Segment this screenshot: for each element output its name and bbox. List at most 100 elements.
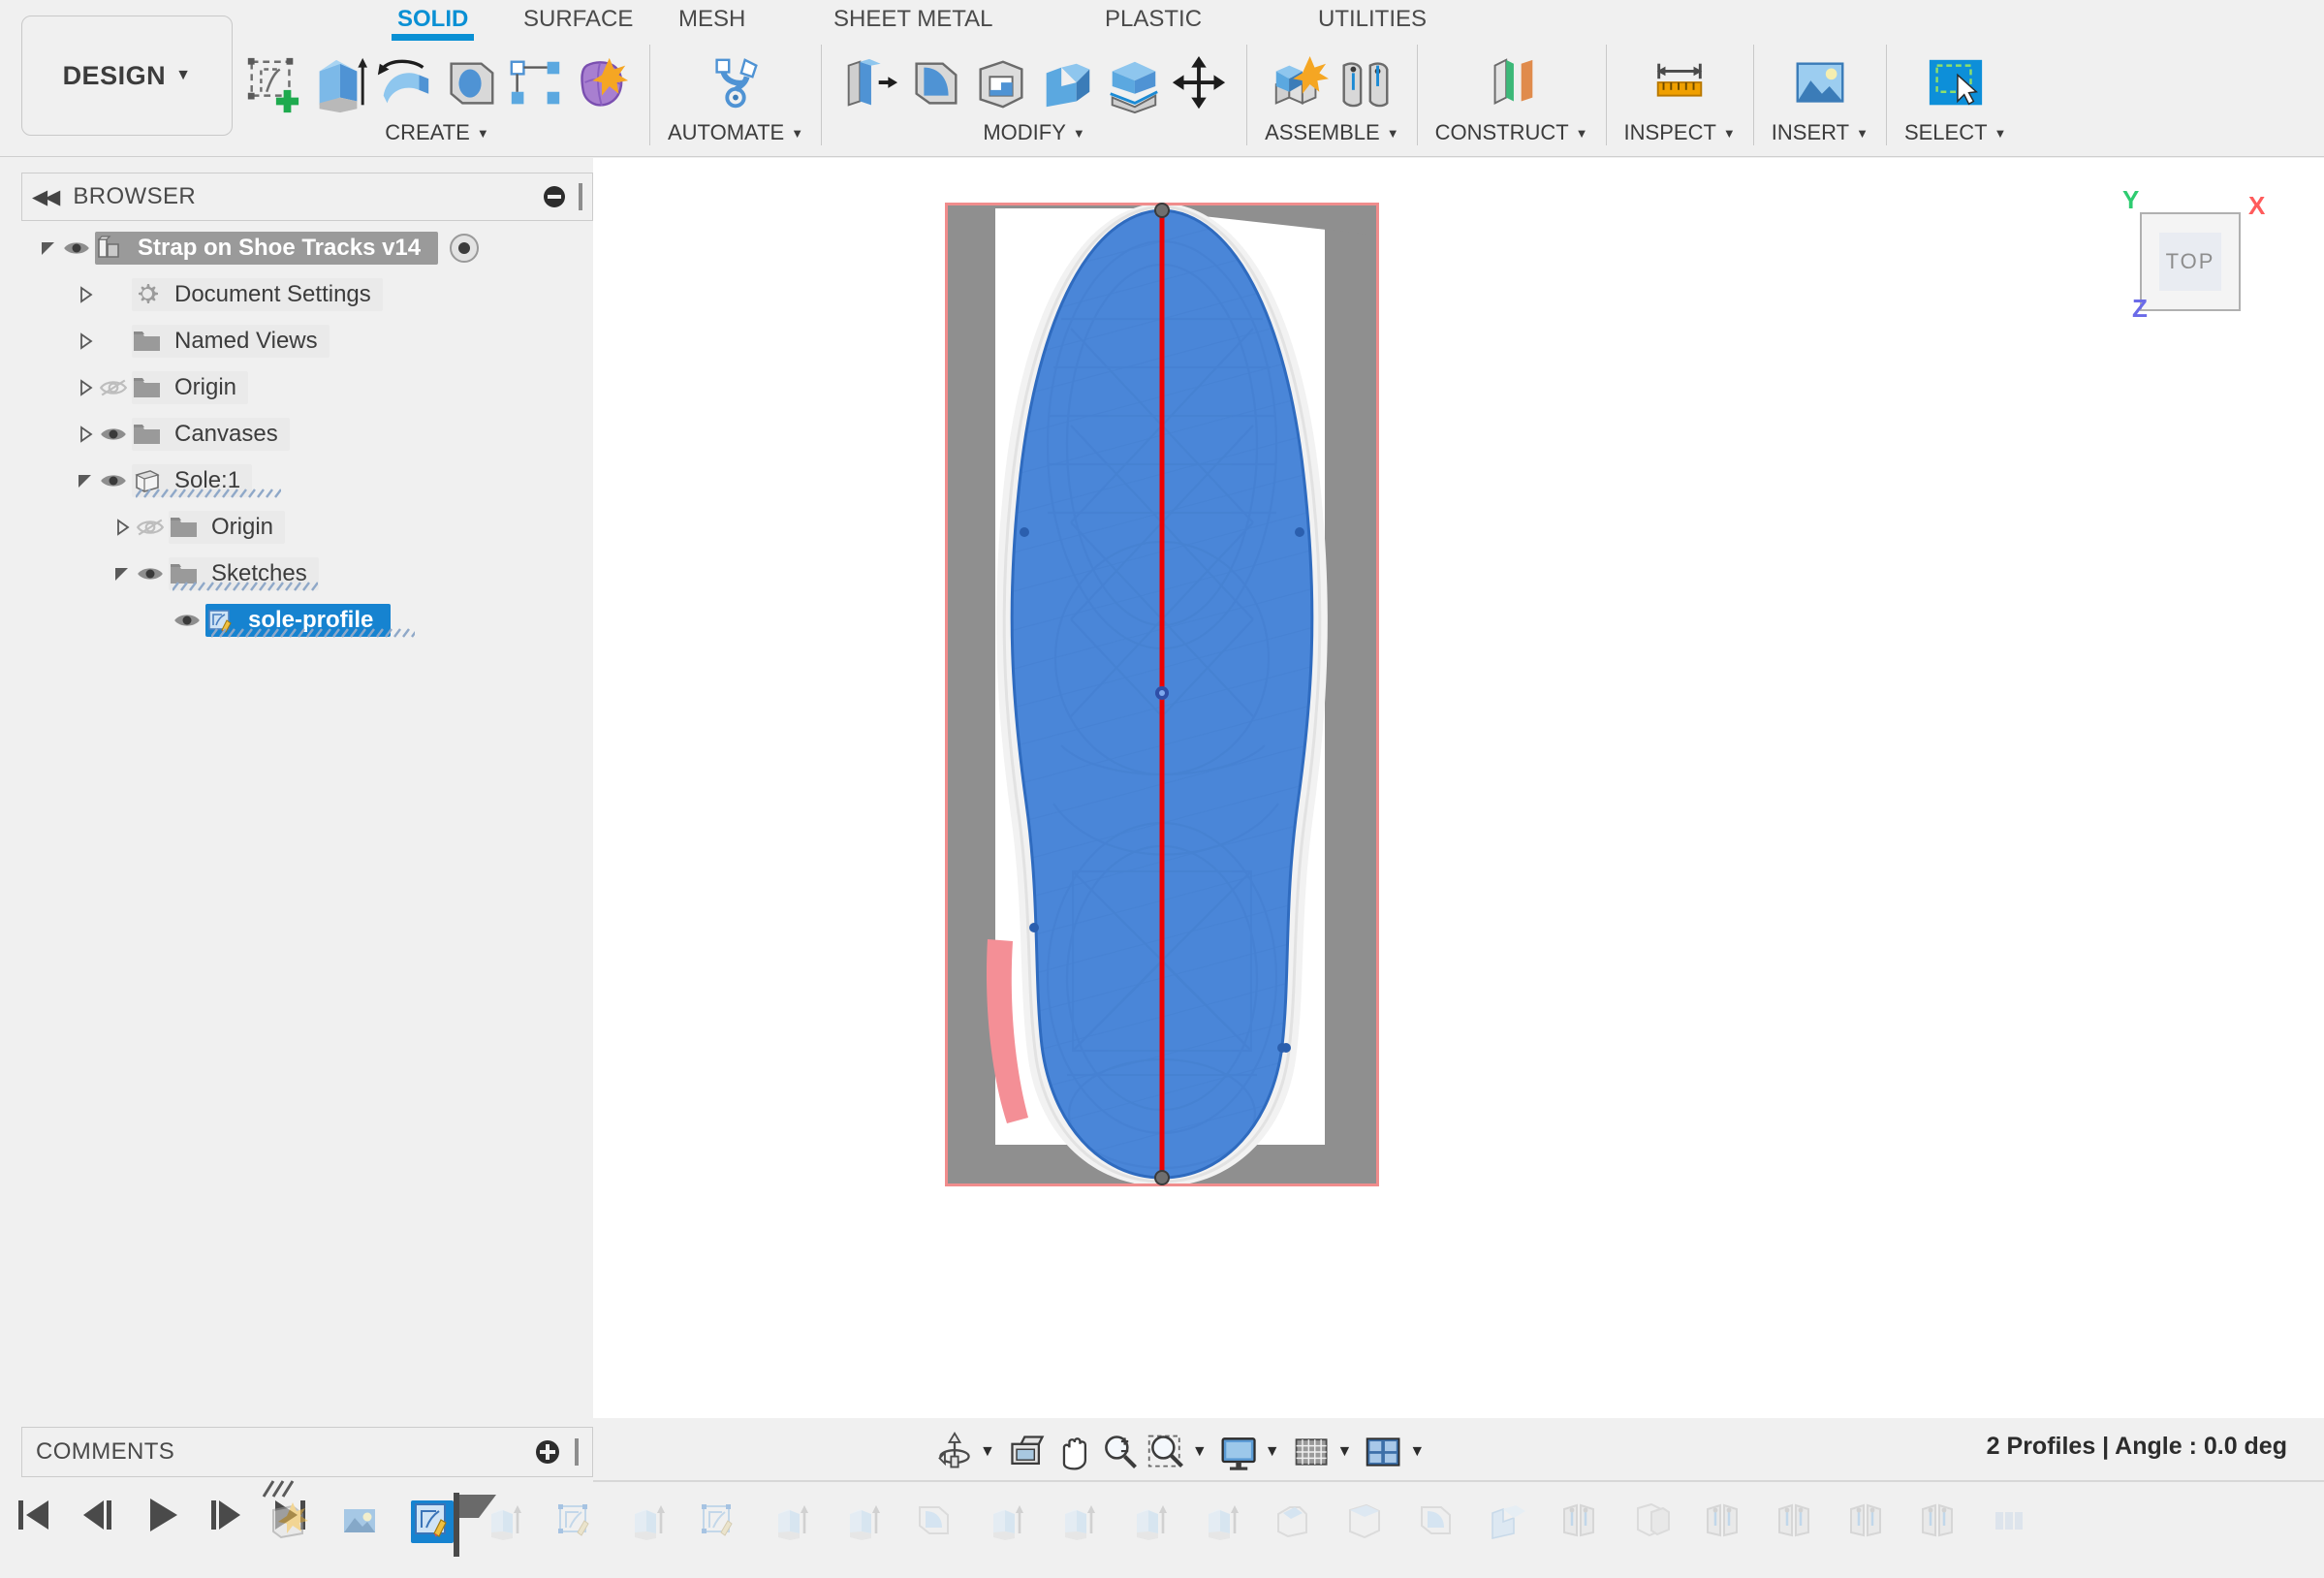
eye-visible-icon[interactable]: [62, 237, 91, 259]
extrude-feature-icon-2[interactable]: [626, 1500, 669, 1543]
nav-grid-snaps[interactable]: ▼: [1290, 1432, 1361, 1472]
timeline-feature-3[interactable]: [411, 1500, 454, 1543]
group-feature-icon[interactable]: [1989, 1500, 2031, 1543]
go-to-beginning-icon[interactable]: [14, 1495, 54, 1535]
combine-icon[interactable]: [1037, 50, 1097, 118]
comments-resize-grip[interactable]: [575, 1438, 579, 1466]
nav-viewports[interactable]: ▼: [1362, 1432, 1432, 1472]
canvas-feature-icon[interactable]: [267, 1500, 310, 1543]
canvas-feature-icon-2[interactable]: [339, 1500, 382, 1543]
workspace-switcher-button[interactable]: DESIGN ▼: [21, 16, 233, 136]
chevron-down-icon[interactable]: ▼: [980, 1443, 995, 1461]
new-component-icon[interactable]: [1269, 50, 1329, 118]
ribbon-tab-plastic[interactable]: PLASTIC: [1105, 0, 1202, 33]
visibility-toggle[interactable]: [95, 470, 132, 491]
visibility-toggle[interactable]: [95, 424, 132, 445]
browser-tree-item-sketches[interactable]: Sketches: [21, 551, 593, 597]
nav-look-at[interactable]: [1005, 1432, 1050, 1472]
combine-feature-icon[interactable]: [1487, 1500, 1529, 1543]
browser-tree-item-document-settings[interactable]: Document Settings: [21, 271, 593, 318]
panel-label-automate[interactable]: AUTOMATE▼: [668, 120, 803, 145]
timeline-feature-22[interactable]: [1774, 1500, 1816, 1543]
fillet-feature-icon[interactable]: [913, 1500, 956, 1543]
nav-display-settings[interactable]: ▼: [1217, 1432, 1288, 1472]
nav-zoom-window[interactable]: ▼: [1145, 1432, 1215, 1472]
fillet-icon[interactable]: [905, 50, 965, 118]
ribbon-tab-surface[interactable]: SURFACE: [523, 0, 633, 33]
timeline-feature-19[interactable]: [1558, 1500, 1601, 1543]
revolve-icon[interactable]: [374, 50, 434, 118]
eye-visible-icon[interactable]: [136, 563, 165, 584]
timeline-feature-18[interactable]: [1487, 1500, 1529, 1543]
tree-item-label-wrap[interactable]: Origin: [169, 511, 285, 544]
activate-component-radio[interactable]: [450, 234, 479, 263]
view-cube-top-face[interactable]: TOP: [2140, 212, 2241, 311]
panel-label-inspect[interactable]: INSPECT▼: [1624, 120, 1736, 145]
joint-feature-icon[interactable]: [1845, 1500, 1888, 1543]
extrude-feature-icon-5[interactable]: [985, 1500, 1027, 1543]
panel-label-insert[interactable]: INSERT▼: [1772, 120, 1869, 145]
timeline-feature-10[interactable]: [913, 1500, 956, 1543]
timeline-feature-21[interactable]: [1702, 1500, 1744, 1543]
browser-tree-item-named-views[interactable]: Named Views: [21, 318, 593, 364]
ribbon-tab-sheet-metal[interactable]: SHEET METAL: [833, 0, 992, 33]
extrude-icon[interactable]: [308, 50, 368, 118]
chevron-down-icon[interactable]: [39, 238, 58, 258]
press-pull-icon[interactable]: [839, 50, 899, 118]
chevron-right-icon[interactable]: [76, 331, 95, 351]
browser-tree-item-sole-1[interactable]: Sole:1: [21, 458, 593, 504]
pattern-icon[interactable]: [506, 50, 566, 118]
timeline-feature-25[interactable]: [1989, 1500, 2031, 1543]
mirror-feature-icon[interactable]: [1558, 1500, 1601, 1543]
tree-item-label-wrap[interactable]: Sole:1: [132, 464, 252, 497]
timeline-feature-24[interactable]: [1917, 1500, 1960, 1543]
tree-item-label-wrap[interactable]: Canvases: [132, 418, 290, 451]
viewports-icon[interactable]: [1362, 1432, 1406, 1472]
zoom-icon[interactable]: [1098, 1432, 1143, 1472]
chevron-down-icon[interactable]: ▼: [1192, 1443, 1208, 1461]
visibility-toggle[interactable]: [58, 237, 95, 259]
timeline-feature-6[interactable]: [626, 1500, 669, 1543]
timeline-feature-7[interactable]: [698, 1500, 740, 1543]
tree-item-label-wrap[interactable]: Sketches: [169, 557, 319, 590]
nav-zoom[interactable]: [1098, 1432, 1143, 1472]
move-copy-icon[interactable]: [1169, 50, 1229, 118]
extrude-feature-icon-6[interactable]: [1056, 1500, 1099, 1543]
eye-visible-icon[interactable]: [99, 470, 128, 491]
shell-icon[interactable]: [971, 50, 1031, 118]
timeline-feature-8[interactable]: [769, 1500, 812, 1543]
timeline-feature-9[interactable]: [841, 1500, 884, 1543]
extrude-feature-icon-4[interactable]: [841, 1500, 884, 1543]
display-settings-icon[interactable]: [1217, 1432, 1262, 1472]
ribbon-tab-solid[interactable]: SOLID: [397, 0, 468, 33]
visibility-toggle[interactable]: [132, 563, 169, 584]
orbit-icon[interactable]: [932, 1432, 977, 1472]
add-comment-icon[interactable]: [536, 1440, 559, 1464]
automated-modeling-icon[interactable]: [706, 50, 766, 118]
joint-icon[interactable]: [1335, 50, 1395, 118]
ribbon-tab-utilities[interactable]: UTILITIES: [1318, 0, 1427, 33]
sweep-icon[interactable]: [440, 50, 500, 118]
browser-tree-item-origin[interactable]: Origin: [21, 504, 593, 551]
pan-icon[interactable]: [1052, 1432, 1096, 1472]
panel-label-modify[interactable]: MODIFY▼: [983, 120, 1084, 145]
sketch-feature-icon-2[interactable]: [554, 1500, 597, 1543]
nav-pan[interactable]: [1052, 1432, 1096, 1472]
timeline-feature-23[interactable]: [1845, 1500, 1888, 1543]
panel-label-assemble[interactable]: ASSEMBLE▼: [1265, 120, 1398, 145]
split-face-icon[interactable]: [1103, 50, 1163, 118]
visibility-toggle[interactable]: [95, 377, 132, 398]
shell-feature-icon[interactable]: [1343, 1500, 1386, 1543]
timeline-feature-14[interactable]: [1200, 1500, 1242, 1543]
step-forward-icon[interactable]: [205, 1495, 246, 1535]
look-at-icon[interactable]: [1005, 1432, 1050, 1472]
collapse-browser-icon[interactable]: ◀◀: [32, 185, 57, 209]
timeline-feature-11[interactable]: [985, 1500, 1027, 1543]
chamfer-feature-icon[interactable]: [1272, 1500, 1314, 1543]
form-icon[interactable]: [572, 50, 632, 118]
browser-tree-item-sole-profile[interactable]: sole-profile: [21, 597, 593, 644]
panel-label-construct[interactable]: CONSTRUCT▼: [1435, 120, 1588, 145]
timeline-feature-12[interactable]: [1056, 1500, 1099, 1543]
step-back-icon[interactable]: [78, 1495, 118, 1535]
timeline-feature-16[interactable]: [1343, 1500, 1386, 1543]
